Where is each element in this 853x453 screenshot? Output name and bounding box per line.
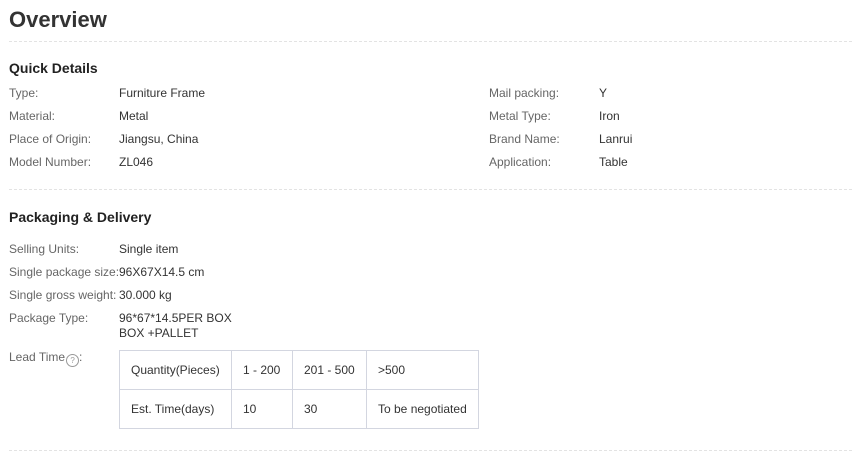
- pkg-value: Single item: [119, 242, 179, 256]
- table-cell: To be negotiated: [366, 389, 479, 429]
- attr-value: Jiangsu, China: [119, 132, 199, 146]
- table-cell: 201 - 500: [292, 350, 367, 390]
- pkg-name: Single gross weight:: [9, 288, 117, 302]
- divider: [9, 189, 852, 190]
- table-cell: >500: [366, 350, 479, 390]
- attr-name: Type:: [9, 86, 39, 100]
- pkg-value: 96X67X14.5 cm: [119, 265, 205, 279]
- attr-row-model-number: Model Number: ZL046: [9, 154, 409, 170]
- attr-value: Iron: [599, 109, 620, 123]
- attr-row-type: Type: Furniture Frame: [9, 85, 409, 101]
- lead-time-table: Quantity(Pieces) 1 - 200 201 - 500 >500 …: [119, 350, 479, 429]
- help-icon[interactable]: ?: [66, 354, 80, 367]
- attr-row-brand-name: Brand Name: Lanrui: [489, 131, 829, 147]
- table-cell: Est. Time(days): [119, 389, 232, 429]
- table-cell: 10: [231, 389, 293, 429]
- attr-name: Material:: [9, 109, 56, 123]
- attr-name: Brand Name:: [489, 132, 560, 146]
- attr-row-metal-type: Metal Type: Iron: [489, 108, 829, 124]
- attr-name: Mail packing:: [489, 86, 560, 100]
- attr-name: Place of Origin:: [9, 132, 92, 146]
- pkg-name: Single package size:: [9, 265, 120, 279]
- attr-value: Metal: [119, 109, 149, 123]
- attr-row-material: Material: Metal: [9, 108, 409, 124]
- pkg-name: Selling Units:: [9, 242, 80, 256]
- table-row: Est. Time(days) 10 30 To be negotiated: [119, 389, 479, 429]
- table-cell: Quantity(Pieces): [119, 350, 232, 390]
- attr-value: Furniture Frame: [119, 86, 206, 100]
- pkg-name: Package Type:: [9, 311, 89, 325]
- attr-value: Table: [599, 155, 628, 169]
- lead-time-label: Lead Time: [9, 350, 66, 364]
- attr-value: Lanrui: [599, 132, 633, 146]
- attr-value: Y: [599, 86, 608, 100]
- pkg-value: 30.000 kg: [119, 288, 172, 302]
- divider: [9, 41, 852, 42]
- attr-name: Metal Type:: [489, 109, 551, 123]
- table-cell: 30: [292, 389, 367, 429]
- lead-time-label-wrap: Lead Time?:: [9, 350, 83, 367]
- pkg-value-line-2: BOX +PALLET: [119, 326, 199, 340]
- divider: [9, 450, 852, 451]
- page-title: Overview: [9, 7, 107, 32]
- quick-details-heading: Quick Details: [9, 60, 98, 76]
- packaging-delivery-heading: Packaging & Delivery: [9, 209, 152, 225]
- pkg-value-line-1: 96*67*14.5PER BOX: [119, 311, 232, 325]
- attr-row-place-of-origin: Place of Origin: Jiangsu, China: [9, 131, 409, 147]
- attr-name: Model Number:: [9, 155, 92, 169]
- attr-name: Application:: [489, 155, 552, 169]
- table-row: Quantity(Pieces) 1 - 200 201 - 500 >500: [119, 350, 479, 390]
- attr-row-mail-packing: Mail packing: Y: [489, 85, 829, 101]
- attr-value: ZL046: [119, 155, 154, 169]
- attr-row-application: Application: Table: [489, 154, 829, 170]
- table-cell: 1 - 200: [231, 350, 293, 390]
